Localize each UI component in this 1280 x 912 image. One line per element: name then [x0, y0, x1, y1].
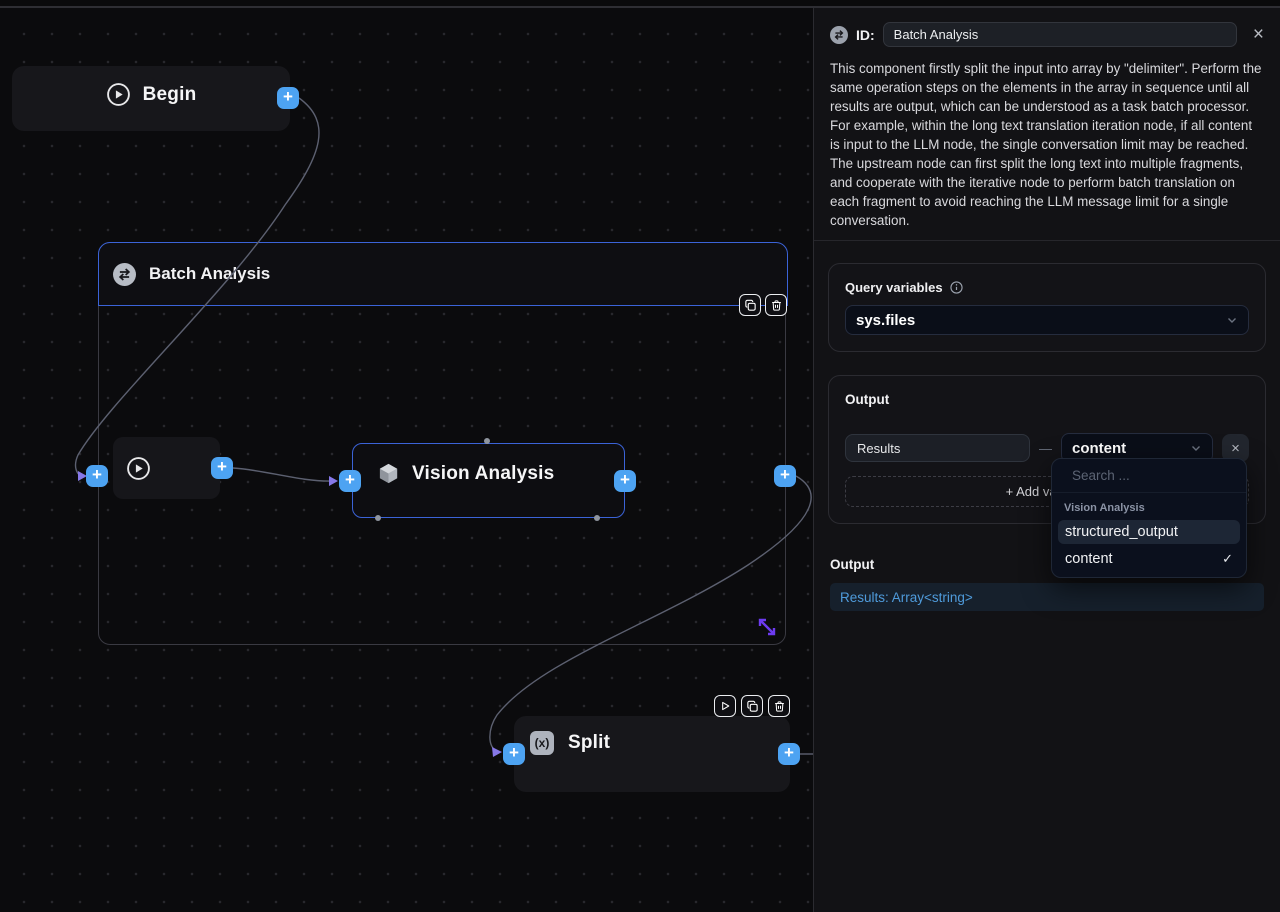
trash-icon — [773, 700, 786, 713]
batch-analysis-header[interactable]: Batch Analysis — [98, 242, 788, 306]
dropdown-option-structured-output[interactable]: structured_output — [1058, 520, 1240, 544]
copy-node-button[interactable] — [739, 294, 761, 316]
check-icon: ✓ — [1222, 551, 1233, 567]
output-name-input[interactable] — [845, 434, 1030, 462]
resize-handle-icon[interactable] — [755, 615, 779, 639]
copy-icon — [744, 299, 757, 312]
flow-canvas[interactable]: Begin + Batch Analysis — [0, 8, 813, 912]
vision-right-plus-button[interactable]: + — [614, 470, 636, 492]
cube-icon — [377, 462, 400, 485]
iteration-start-node[interactable] — [113, 437, 220, 499]
dropdown-search-row — [1052, 459, 1246, 493]
query-variables-value: sys.files — [856, 312, 915, 329]
vision-left-plus-button[interactable]: + — [339, 470, 361, 492]
query-variables-label: Query variables — [845, 280, 943, 295]
option-label: structured_output — [1065, 524, 1178, 540]
delete-node-button[interactable] — [765, 294, 787, 316]
option-label: content — [1065, 551, 1113, 567]
output-result-variable: Results: Array<string> — [830, 583, 1264, 611]
batch-output-plus-button[interactable]: + — [774, 465, 796, 487]
delete-node-button[interactable] — [768, 695, 790, 717]
app-root: Begin + Batch Analysis — [0, 0, 1280, 912]
iteration-icon — [113, 263, 136, 286]
split-node[interactable]: (x) Split — [514, 716, 790, 792]
output-ref-value: content — [1072, 440, 1126, 457]
config-panel: ID: × This component firstly split the i… — [813, 8, 1280, 912]
output-card-title: Output — [845, 392, 1249, 407]
arrowhead-split-input — [492, 747, 502, 757]
copy-node-button[interactable] — [741, 695, 763, 717]
top-bar — [0, 0, 1280, 8]
mapping-dash: — — [1039, 441, 1052, 456]
split-node-toolbar — [714, 695, 790, 717]
vision-analysis-node[interactable]: Vision Analysis — [352, 443, 625, 518]
vision-handle-top[interactable] — [484, 438, 490, 444]
split-left-plus-button[interactable]: + — [503, 743, 525, 765]
node-description: This component firstly split the input i… — [814, 59, 1280, 230]
iteration-icon — [830, 26, 848, 44]
fx-icon: (x) — [530, 731, 554, 755]
begin-add-next-button[interactable]: + — [277, 87, 299, 109]
vision-analysis-label: Vision Analysis — [412, 463, 554, 485]
run-icon — [719, 700, 731, 712]
trash-icon — [770, 299, 783, 312]
dropdown-group-label: Vision Analysis — [1052, 493, 1246, 517]
close-icon[interactable]: × — [1253, 25, 1264, 44]
iteration-start-plus-button[interactable]: + — [211, 457, 233, 479]
copy-icon — [746, 700, 759, 713]
chevron-down-icon — [1226, 314, 1238, 326]
dropdown-search-input[interactable] — [1072, 468, 1249, 483]
node-id-input[interactable] — [883, 22, 1237, 47]
play-icon — [106, 82, 131, 107]
id-label: ID: — [856, 27, 875, 43]
info-icon[interactable] — [950, 281, 963, 294]
batch-input-plus-button[interactable]: + — [86, 465, 108, 487]
vision-handle-bottom-right[interactable] — [594, 515, 600, 521]
dropdown-option-content[interactable]: content ✓ — [1058, 547, 1240, 571]
begin-node-label: Begin — [143, 84, 197, 106]
begin-node[interactable]: Begin — [12, 66, 290, 131]
batch-analysis-label: Batch Analysis — [149, 264, 270, 284]
run-node-button[interactable] — [714, 695, 736, 717]
split-node-label: Split — [568, 732, 610, 754]
play-icon — [126, 456, 151, 481]
split-right-plus-button[interactable]: + — [778, 743, 800, 765]
query-variables-select[interactable]: sys.files — [845, 305, 1249, 335]
vision-handle-bottom-left[interactable] — [375, 515, 381, 521]
variable-dropdown: Vision Analysis structured_output conten… — [1051, 458, 1247, 578]
chevron-down-icon — [1190, 442, 1202, 454]
query-variables-card: Query variables sys.files — [828, 263, 1266, 352]
panel-header: ID: × — [814, 8, 1280, 59]
